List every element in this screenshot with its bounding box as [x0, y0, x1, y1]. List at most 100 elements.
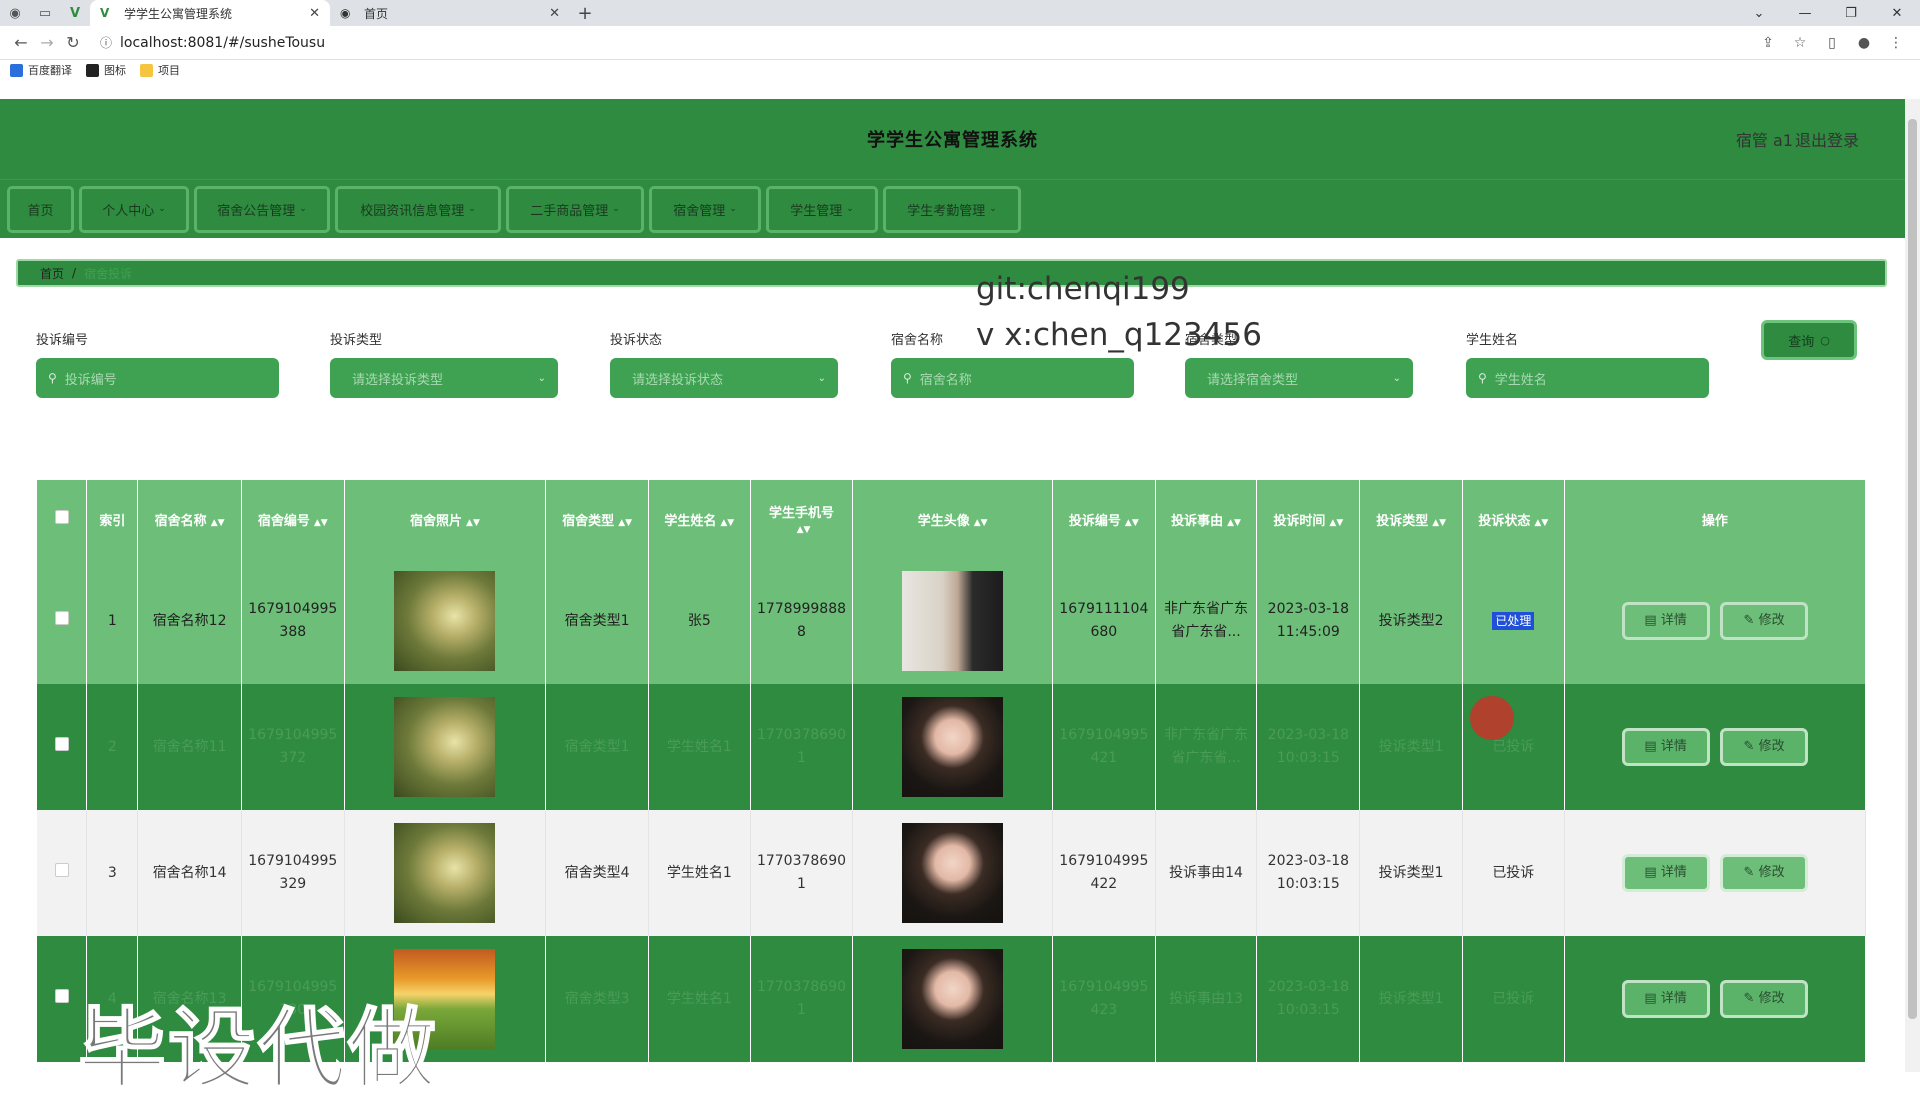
url-field[interactable]: ⓘ localhost:8081/#/susheTousu	[94, 30, 1744, 56]
close-icon[interactable]: ✕	[309, 6, 320, 21]
forward-icon[interactable]: →	[34, 33, 60, 52]
th-dorm-type[interactable]: 宿舍类型 ▲▼	[545, 480, 649, 558]
sort-icon[interactable]: ▲▼	[211, 518, 225, 528]
menu-item-profile[interactable]: 个人中心 ⌄	[79, 185, 189, 233]
select-all-checkbox[interactable]	[54, 510, 69, 524]
sort-icon[interactable]: ▲▼	[618, 518, 632, 528]
star-icon[interactable]: ☆	[1784, 35, 1816, 51]
cell-complaint-type: 投诉类型1	[1359, 684, 1463, 810]
sort-icon[interactable]: ▲▼	[1432, 518, 1446, 528]
th-complaint-status[interactable]: 投诉状态 ▲▼	[1462, 480, 1565, 558]
cell-complaint-time: 2023-03-18 10:03:15	[1256, 936, 1361, 1062]
row-checkbox[interactable]	[54, 736, 69, 751]
th-student-avatar[interactable]: 学生头像 ▲▼	[852, 480, 1053, 558]
dorm-name-input[interactable]: ⚲ 宿舍名称	[891, 358, 1134, 398]
menu-item-home[interactable]: 首页	[7, 185, 74, 233]
scrollbar-thumb[interactable]	[1908, 119, 1917, 1019]
th-dorm-no[interactable]: 宿舍编号 ▲▼	[241, 480, 345, 558]
pencil-icon: ✎	[1743, 865, 1759, 880]
query-button[interactable]: 查询 ○	[1761, 320, 1857, 360]
row-checkbox[interactable]	[54, 862, 69, 877]
th-complaint-type[interactable]: 投诉类型 ▲▼	[1359, 480, 1463, 558]
th-complaint-no[interactable]: 投诉编号 ▲▼	[1052, 480, 1156, 558]
dorm-photo[interactable]	[394, 697, 496, 797]
sort-icon[interactable]: ▲▼	[974, 518, 988, 528]
row-checkbox[interactable]	[54, 988, 69, 1003]
sort-icon[interactable]: ▲▼	[720, 518, 734, 528]
row-checkbox[interactable]	[54, 610, 69, 625]
tab-home[interactable]: ◉ 首页 ✕	[330, 0, 570, 26]
menu-item-news[interactable]: 校园资讯信息管理 ⌄	[335, 185, 501, 233]
cell-student-name: 张5	[648, 558, 751, 684]
bookmark-item[interactable]: 图标	[86, 62, 126, 78]
dorm-photo[interactable]	[394, 571, 496, 671]
menu-item-secondhand[interactable]: 二手商品管理 ⌄	[506, 185, 644, 233]
blank-tab-icon[interactable]: ▭	[30, 0, 60, 26]
dorm-type-select[interactable]: 请选择宿舍类型 ⌄	[1185, 358, 1413, 398]
student-avatar[interactable]	[902, 697, 1004, 797]
cell-dorm-no: 1679104995372	[241, 684, 345, 810]
menu-item-dorm[interactable]: 宿舍管理 ⌄	[649, 185, 761, 233]
share-icon[interactable]: ⇪	[1752, 35, 1784, 51]
complaint-status-select[interactable]: 请选择投诉状态 ⌄	[610, 358, 838, 398]
th-complaint-time[interactable]: 投诉时间 ▲▼	[1256, 480, 1361, 558]
page-scrollbar[interactable]	[1905, 99, 1920, 1072]
close-window-button[interactable]: ✕	[1874, 0, 1920, 26]
sort-icon[interactable]: ▲▼	[466, 518, 480, 528]
sort-icon[interactable]: ▲▼	[1329, 518, 1343, 528]
chevron-down-icon[interactable]: ⌄	[1736, 0, 1782, 26]
profile-icon[interactable]: ●	[1848, 35, 1880, 51]
header-label: 投诉事由	[1171, 513, 1224, 529]
dorm-photo[interactable]	[394, 823, 496, 923]
chrome-icon[interactable]: ◉	[0, 0, 30, 26]
sort-icon[interactable]: ▲▼	[1125, 518, 1139, 528]
student-avatar[interactable]	[902, 949, 1004, 1049]
detail-button[interactable]: ▤ 详情	[1621, 980, 1710, 1018]
logout-link[interactable]: 退出登录	[1795, 127, 1859, 151]
new-tab-button[interactable]: +	[570, 0, 600, 26]
detail-button[interactable]: ▤ 详情	[1621, 728, 1710, 766]
student-name-input[interactable]: ⚲ 学生姓名	[1466, 358, 1709, 398]
cell-index: 1	[86, 558, 139, 684]
pencil-icon: ✎	[1743, 739, 1759, 754]
sidebar-icon[interactable]: ▯	[1816, 35, 1848, 51]
menu-item-student[interactable]: 学生管理 ⌄	[766, 185, 878, 233]
menu-item-attendance[interactable]: 学生考勤管理 ⌄	[883, 185, 1021, 233]
tab-app[interactable]: V 学学生公寓管理系统 ✕	[90, 0, 330, 26]
close-icon[interactable]: ✕	[549, 6, 560, 21]
breadcrumb-home[interactable]: 首页	[40, 265, 64, 282]
back-icon[interactable]: ←	[8, 33, 34, 52]
header-label: 宿舍名称	[154, 513, 207, 529]
bookmark-item[interactable]: 项目	[140, 62, 180, 78]
edit-button[interactable]: ✎ 修改	[1720, 728, 1809, 766]
detail-button[interactable]: ▤ 详情	[1621, 602, 1710, 640]
th-dorm-name[interactable]: 宿舍名称 ▲▼	[137, 480, 242, 558]
more-icon[interactable]: ⋮	[1880, 35, 1912, 51]
cell-dorm-photo	[344, 558, 547, 684]
info-icon[interactable]: ⓘ	[100, 34, 112, 51]
student-avatar[interactable]	[902, 571, 1004, 671]
app-header: 学学生公寓管理系统 宿管 a1 退出登录	[0, 99, 1905, 179]
minimize-button[interactable]: —	[1782, 0, 1828, 26]
edit-button[interactable]: ✎ 修改	[1720, 980, 1809, 1018]
current-user: 宿管 a1	[1735, 131, 1793, 150]
edit-button[interactable]: ✎ 修改	[1720, 602, 1809, 640]
th-complaint-reason[interactable]: 投诉事由 ▲▼	[1155, 480, 1258, 558]
sort-icon[interactable]: ▲▼	[314, 518, 328, 528]
edit-button[interactable]: ✎ 修改	[1720, 854, 1809, 892]
restore-button[interactable]: ❐	[1828, 0, 1874, 26]
detail-button[interactable]: ▤ 详情	[1621, 854, 1710, 892]
sort-icon[interactable]: ▲▼	[1534, 518, 1548, 528]
vue-icon[interactable]: V	[60, 0, 90, 26]
sort-icon[interactable]: ▲▼	[797, 525, 811, 535]
complaint-type-select[interactable]: 请选择投诉类型 ⌄	[330, 358, 558, 398]
complaint-no-input[interactable]: ⚲ 投诉编号	[36, 358, 279, 398]
th-student-name[interactable]: 学生姓名 ▲▼	[648, 480, 751, 558]
bookmark-item[interactable]: 百度翻译	[10, 62, 72, 78]
th-dorm-photo[interactable]: 宿舍照片 ▲▼	[344, 480, 547, 558]
th-student-phone[interactable]: 学生手机号 ▲▼	[750, 480, 854, 558]
student-avatar[interactable]	[902, 823, 1004, 923]
reload-icon[interactable]: ↻	[60, 33, 86, 52]
sort-icon[interactable]: ▲▼	[1227, 518, 1241, 528]
menu-item-notice[interactable]: 宿舍公告管理 ⌄	[194, 185, 330, 233]
